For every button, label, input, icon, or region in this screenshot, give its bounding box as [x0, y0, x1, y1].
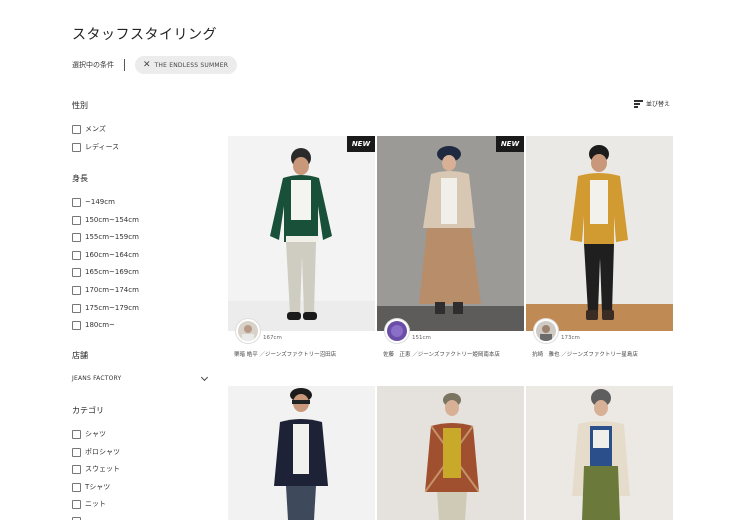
checkbox[interactable] [72, 464, 81, 474]
styling-photo[interactable] [377, 136, 524, 331]
checkbox-label: レディース [85, 143, 120, 151]
checkbox[interactable] [72, 142, 81, 152]
sort-label: 並び替え [646, 101, 671, 108]
sort-button[interactable]: 並び替え [634, 99, 670, 108]
checkbox-label: 170cm~174cm [85, 286, 139, 294]
store-dropdown[interactable]: JEANS FACTORY [72, 373, 209, 382]
checkbox[interactable] [72, 482, 81, 492]
styling-card[interactable] [377, 386, 524, 520]
conditions-label: 選択中の条件 [72, 61, 114, 69]
condition-chip[interactable]: ✕ THE ENDLESS SUMMER [135, 56, 238, 74]
checkbox-label: メンズ [85, 125, 106, 133]
staff-name: 栗暗 皓平 ／ジーンズファクトリー沼田店 [234, 352, 337, 358]
styling-card[interactable] [526, 386, 673, 520]
checkbox-row[interactable]: 150cm~154cm [72, 214, 139, 226]
avatar [236, 319, 260, 343]
checkbox-row[interactable]: 155cm~159cm [72, 231, 139, 243]
chevron-down-icon [200, 373, 209, 381]
checkbox-label: 155cm~159cm [85, 233, 139, 241]
checkbox-row[interactable]: 175cm~179cm [72, 302, 139, 314]
checkbox-label: 150cm~154cm [85, 216, 139, 224]
checkbox[interactable] [72, 516, 81, 520]
page-title: スタッフスタイリング [72, 27, 217, 43]
checkbox[interactable] [72, 250, 81, 260]
checkbox[interactable] [72, 320, 81, 330]
checkbox-row[interactable]: メンズ [72, 123, 106, 135]
checkbox-row[interactable]: スウェット [72, 463, 120, 475]
selected-conditions-row: 選択中の条件 ✕ THE ENDLESS SUMMER [72, 56, 238, 74]
checkbox[interactable] [72, 124, 81, 134]
checkbox[interactable] [72, 303, 81, 313]
close-icon[interactable]: ✕ [143, 60, 151, 70]
avatar [534, 319, 558, 343]
checkbox[interactable] [72, 232, 81, 242]
checkbox-label: 160cm~164cm [85, 251, 139, 259]
checkbox-label: ニット [85, 500, 106, 508]
checkbox-row[interactable]: ~149cm [72, 196, 115, 208]
checkbox-label: 165cm~169cm [85, 268, 139, 276]
checkbox-row[interactable]: 180cm~ [72, 319, 115, 331]
chip-label: THE ENDLESS SUMMER [154, 61, 229, 69]
filter-title-category: カテゴリ [72, 406, 104, 415]
new-badge: NEW [496, 136, 524, 152]
styling-photo[interactable] [526, 386, 673, 520]
staff-height: 173cm [561, 335, 580, 341]
styling-card[interactable]: NEW 167cm 栗暗 皓平 ／ジーンズファクトリー沼田店 [228, 136, 375, 376]
checkbox-row[interactable]: ポロシャツ [72, 446, 120, 458]
checkbox[interactable] [72, 215, 81, 225]
new-badge: NEW [347, 136, 375, 152]
checkbox-label: Tシャツ [85, 483, 111, 491]
divider [124, 59, 125, 71]
staff-name: 佐藤 正恵 ／ジーンズファクトリー姫岡南本店 [383, 352, 500, 358]
checkbox-label: 175cm~179cm [85, 304, 139, 312]
staff-height: 151cm [412, 335, 431, 341]
styling-photo[interactable] [377, 386, 524, 520]
checkbox-row[interactable]: ニット [72, 498, 106, 510]
filter-title-store: 店舗 [72, 351, 88, 360]
checkbox[interactable] [72, 429, 81, 439]
checkbox[interactable] [72, 447, 81, 457]
checkbox-row[interactable]: Tシャツ [72, 481, 110, 493]
checkbox-row[interactable]: シャツ [72, 428, 106, 440]
filter-title-height: 身長 [72, 174, 88, 183]
checkbox-row[interactable]: 170cm~174cm [72, 284, 139, 296]
avatar [385, 319, 409, 343]
checkbox[interactable] [72, 267, 81, 277]
staff-name: 抗崎 雅也 ／ジーンズファクトリー星島店 [532, 352, 638, 358]
checkbox-row[interactable]: 165cm~169cm [72, 266, 139, 278]
staff-height: 167cm [263, 335, 282, 341]
checkbox-label: ポロシャツ [85, 448, 120, 456]
checkbox-row[interactable] [72, 515, 85, 520]
checkbox-label: スウェット [85, 465, 120, 473]
sort-icon [634, 100, 643, 108]
styling-photo[interactable] [228, 136, 375, 331]
checkbox-label: ~149cm [85, 198, 115, 206]
styling-card[interactable]: 173cm 抗崎 雅也 ／ジーンズファクトリー星島店 [526, 136, 673, 376]
checkbox-label: シャツ [85, 430, 106, 438]
styling-photo[interactable] [526, 136, 673, 331]
styling-photo[interactable] [228, 386, 375, 520]
checkbox[interactable] [72, 499, 81, 509]
styling-card[interactable]: NEW 151cm 佐藤 正恵 ／ジーンズファクトリー姫岡南本店 [377, 136, 524, 376]
checkbox-row[interactable]: 160cm~164cm [72, 249, 139, 261]
store-dropdown-value: JEANS FACTORY [72, 375, 122, 382]
styling-card[interactable] [228, 386, 375, 520]
checkbox[interactable] [72, 285, 81, 295]
checkbox-row[interactable]: レディース [72, 141, 119, 153]
filter-title-gender: 性別 [72, 101, 88, 110]
checkbox-label: 180cm~ [85, 321, 115, 329]
checkbox[interactable] [72, 197, 81, 207]
